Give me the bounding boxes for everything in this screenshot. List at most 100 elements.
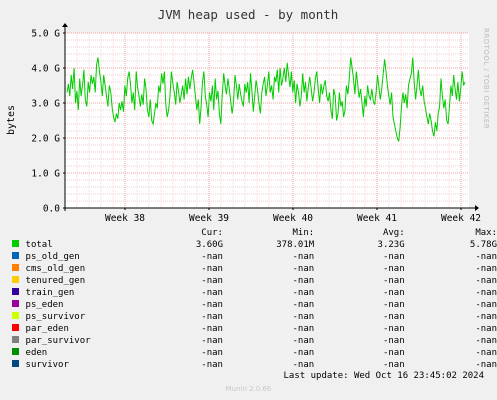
legend-avg-value: -nan — [382, 348, 405, 358]
legend-min-value: -nan — [292, 312, 315, 322]
legend-cur-value: -nan — [201, 252, 223, 262]
legend-avg-value: -nan — [382, 288, 405, 298]
legend-avg-value: -nan — [382, 264, 405, 274]
legend-max-value: -nan — [475, 348, 497, 358]
legend-max-value: -nan — [475, 324, 497, 334]
legend-row: survivor -nan -nan -nan -nan — [12, 359, 497, 371]
legend-avg-value: -nan — [382, 276, 405, 286]
legend-swatch — [12, 312, 19, 319]
legend-series-name: eden — [25, 348, 48, 358]
y-tick-label: 3.0 G — [31, 99, 60, 110]
legend-min-value: -nan — [292, 252, 315, 262]
legend-series-name: ps_survivor — [25, 312, 86, 322]
heap-chart: JVM heap used - by month bytes RRDTOOL /… — [6, 7, 490, 224]
legend-header-min: Min: — [292, 228, 315, 238]
legend-series-name: tenured_gen — [25, 276, 86, 286]
legend-cur-value: -nan — [201, 348, 223, 358]
x-axis-arrow — [475, 205, 479, 211]
y-tick-label: 1.0 G — [31, 169, 60, 180]
legend-row: eden -nan -nan -nan -nan — [12, 347, 497, 359]
legend-swatch — [12, 336, 19, 343]
legend-min-value: -nan — [292, 264, 315, 274]
legend-cur-value: -nan — [201, 276, 223, 286]
x-tick-label: Week 42 — [441, 213, 481, 224]
legend-row: tenured_gen -nan -nan -nan -nan — [12, 275, 497, 287]
legend-series-name: cms_old_gen — [25, 264, 86, 274]
legend-swatch — [12, 252, 19, 259]
legend-series-name: train_gen — [25, 288, 75, 298]
y-axis-arrow — [62, 23, 68, 27]
legend-row: ps_eden -nan -nan -nan -nan — [12, 299, 497, 311]
legend-series-name: ps_eden — [25, 300, 64, 310]
legend-series-name: total — [25, 240, 53, 250]
legend-avg-value: -nan — [382, 312, 405, 322]
legend-avg-value: -nan — [382, 360, 405, 370]
y-tick-label: 5.0 G — [31, 29, 60, 40]
legend-avg-value: 3.23G — [377, 240, 405, 250]
legend-header-avg: Avg: — [382, 228, 405, 238]
legend-min-value: -nan — [292, 300, 315, 310]
munin-version: Munin 2.0.66 — [225, 385, 272, 393]
legend-cur-value: -nan — [201, 288, 223, 298]
legend-max-value: 5.78G — [469, 240, 497, 250]
legend-row: par_eden -nan -nan -nan -nan — [12, 323, 497, 335]
rrdtool-credit: RRDTOOL / TOBI OETIKER — [482, 28, 490, 129]
munin-graph: JVM heap used - by month bytes RRDTOOL /… — [0, 0, 497, 400]
y-axis-label: bytes — [6, 105, 17, 135]
legend-max-value: -nan — [475, 276, 497, 286]
legend-series-name: ps_old_gen — [25, 252, 80, 262]
legend-row: ps_old_gen -nan -nan -nan -nan — [12, 251, 497, 263]
legend-avg-value: -nan — [382, 252, 405, 262]
legend-header-row: Cur: Min: Avg: Max: — [12, 227, 497, 239]
legend-min-value: -nan — [292, 324, 315, 334]
y-tick-label: 2.0 G — [31, 134, 60, 145]
legend-cur-value: -nan — [201, 312, 223, 322]
legend-avg-value: -nan — [382, 324, 405, 334]
legend-max-value: -nan — [475, 312, 497, 322]
legend-min-value: -nan — [292, 360, 315, 370]
legend-max-value: -nan — [475, 300, 497, 310]
x-tick-label: Week 41 — [357, 213, 397, 224]
legend-cur-value: -nan — [201, 324, 223, 334]
legend-avg-value: -nan — [382, 300, 405, 310]
legend-max-value: -nan — [475, 288, 497, 298]
legend-swatch — [12, 264, 19, 271]
legend-max-value: -nan — [475, 336, 497, 346]
legend-max-value: -nan — [475, 360, 497, 370]
legend-min-value: -nan — [292, 288, 315, 298]
x-tick-label: Week 38 — [105, 213, 145, 224]
legend-header-cur: Cur: — [201, 228, 223, 238]
legend-cur-value: 3.60G — [195, 240, 223, 250]
legend-cur-value: -nan — [201, 264, 223, 274]
legend-swatch — [12, 300, 19, 307]
legend-swatch — [12, 348, 19, 355]
x-tick-label: Week 39 — [189, 213, 229, 224]
legend-min-value: -nan — [292, 276, 315, 286]
legend-max-value: -nan — [475, 252, 497, 262]
plot-area — [65, 33, 469, 208]
legend-swatch — [12, 288, 19, 295]
legend-swatch — [12, 240, 19, 247]
legend-row: total 3.60G 378.01M 3.23G 5.78G — [12, 239, 497, 251]
legend-min-value: -nan — [292, 348, 315, 358]
legend-swatch — [12, 324, 19, 331]
legend-row: cms_old_gen -nan -nan -nan -nan — [12, 263, 497, 275]
x-tick-label: Week 40 — [273, 213, 313, 224]
legend-avg-value: -nan — [382, 336, 405, 346]
legend-row: train_gen -nan -nan -nan -nan — [12, 287, 497, 299]
legend-row: par_survivor -nan -nan -nan -nan — [12, 335, 497, 347]
last-update: Last update: Wed Oct 16 23:45:02 2024 — [283, 371, 484, 381]
legend-table: Cur: Min: Avg: Max: total 3.60G 378.01M 3.2… — [12, 227, 497, 371]
y-tick-label: 4.0 G — [31, 64, 60, 75]
legend-row: ps_survivor -nan -nan -nan -nan — [12, 311, 497, 323]
legend-cur-value: -nan — [201, 300, 223, 310]
legend-max-value: -nan — [475, 264, 497, 274]
legend-cur-value: -nan — [201, 360, 223, 370]
legend-series-name: par_eden — [25, 324, 69, 334]
legend-min-value: -nan — [292, 336, 315, 346]
y-tick-label: 0.0 — [43, 204, 60, 215]
legend-swatch — [12, 360, 19, 367]
legend-min-value: 378.01M — [276, 240, 315, 250]
chart-title: JVM heap used - by month — [158, 7, 339, 22]
legend-series-name: par_survivor — [25, 336, 91, 346]
